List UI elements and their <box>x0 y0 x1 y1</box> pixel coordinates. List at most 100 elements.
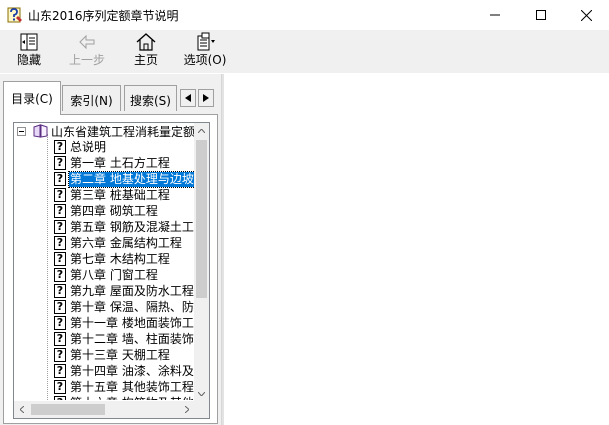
back-button[interactable]: 上一步 <box>65 32 109 72</box>
tree-connector-line <box>47 134 48 400</box>
navigation-pane: 目录(C) 索引(N) 搜索(S) 山东省建筑工程消耗量定额 ? 总说明 ? 第… <box>0 74 221 425</box>
hide-label: 隐藏 <box>16 53 41 67</box>
tab-contents-label: 目录(C) <box>11 92 53 106</box>
tree-item[interactable]: ? 第六章 金属结构工程 <box>54 235 183 251</box>
tree-item[interactable]: ? 第一章 土石方工程 <box>54 155 171 171</box>
help-topic-icon: ? <box>54 172 66 186</box>
title-bar: 山东2016序列定额章节说明 <box>0 0 609 30</box>
chevron-down-icon <box>198 391 205 396</box>
help-topic-icon: ? <box>54 204 66 218</box>
close-button[interactable] <box>563 0 609 30</box>
tree-item[interactable]: ? 第十二章 墙、柱面装饰 <box>54 331 194 347</box>
back-arrow-icon <box>79 34 95 50</box>
open-book-icon <box>33 124 48 138</box>
home-button[interactable]: 主页 <box>125 32 167 72</box>
close-icon <box>580 9 592 21</box>
tree-item-label: 第十五章 其他装饰工程 <box>70 379 194 394</box>
help-topic-icon: ? <box>54 300 66 314</box>
tree-item-label: 第二章 地基处理与边坡 <box>68 170 194 188</box>
home-icon <box>136 33 156 51</box>
tree-item[interactable]: ? 第四章 砌筑工程 <box>54 203 159 219</box>
tree-item-label: 第五章 钢筋及混凝土工 <box>70 219 194 234</box>
tab-index[interactable]: 索引(N) <box>62 85 121 111</box>
home-label: 主页 <box>133 53 158 67</box>
maximize-icon <box>536 10 546 20</box>
options-button[interactable]: 选项(O) <box>181 32 229 72</box>
help-topic-icon: ? <box>54 348 66 362</box>
tree-item[interactable]: ? 第十三章 天棚工程 <box>54 347 171 363</box>
options-label: 选项(O) <box>183 53 227 67</box>
collapse-toggle-icon[interactable] <box>17 126 26 136</box>
help-topic-icon: ? <box>54 396 66 400</box>
tree-item[interactable]: ? 第二章 地基处理与边坡 <box>54 170 194 188</box>
tree-item[interactable]: ? 第十章 保温、隔热、防 <box>54 299 194 315</box>
tree-item-label: 第九章 屋面及防水工程 <box>70 283 194 298</box>
tab-search-label: 搜索(S) <box>130 94 171 108</box>
scroll-right-button[interactable] <box>179 402 194 417</box>
tree-item-label: 第四章 砌筑工程 <box>70 203 158 218</box>
help-topic-icon: ? <box>54 220 66 234</box>
scroll-down-button[interactable] <box>194 386 209 401</box>
tree-item-label: 第十章 保温、隔热、防 <box>70 299 194 314</box>
tree-item[interactable]: ? 第十五章 其他装饰工程 <box>54 379 194 395</box>
tree-item[interactable]: ? 第九章 屋面及防水工程 <box>54 283 194 299</box>
help-topic-icon: ? <box>54 316 66 330</box>
tree-item-label: 第八章 门窗工程 <box>70 267 158 282</box>
tree-item-label: 第十四章 油漆、涂料及 <box>70 363 194 378</box>
vertical-scrollbar[interactable] <box>194 123 209 401</box>
tab-scroll-left-button[interactable] <box>180 89 196 107</box>
tree-item[interactable]: ?第十六章 构筑物及其他 <box>54 395 194 400</box>
options-icon <box>197 32 215 51</box>
tab-scroll-right-button[interactable] <box>198 89 214 107</box>
chevron-up-icon <box>198 128 205 133</box>
tree-root-label: 山东省建筑工程消耗量定额 <box>51 124 194 139</box>
tree-item-label: 第一章 土石方工程 <box>70 155 170 170</box>
tree-item-label: 第三章 桩基础工程 <box>70 187 170 202</box>
help-topic-icon: ? <box>54 140 66 154</box>
tree-item[interactable]: ? 第十四章 油漆、涂料及 <box>54 363 194 379</box>
tree-item[interactable]: ? 第五章 钢筋及混凝土工 <box>54 219 194 235</box>
tree-root-node[interactable]: 山东省建筑工程消耗量定额 <box>17 123 194 139</box>
help-topic-icon: ? <box>54 188 66 202</box>
help-topic-icon: ? <box>54 332 66 346</box>
chevron-right-icon <box>203 94 209 102</box>
tree-viewport: 山东省建筑工程消耗量定额 ? 总说明? 第一章 土石方工程? 第二章 地基处理与边坡?… <box>14 123 194 400</box>
hide-button[interactable]: 隐藏 <box>8 32 50 72</box>
scrollbar-corner <box>194 401 209 418</box>
tab-contents[interactable]: 目录(C) <box>3 81 61 115</box>
scroll-left-icon <box>19 406 24 413</box>
help-topic-icon: ? <box>54 236 66 250</box>
help-topic-icon: ? <box>54 364 66 378</box>
tree-item[interactable]: ? 第三章 桩基础工程 <box>54 187 171 203</box>
vertical-scroll-thumb[interactable] <box>196 140 207 298</box>
tree-item-label: 第十三章 天棚工程 <box>70 347 170 362</box>
topic-content-pane[interactable] <box>224 74 609 425</box>
tab-index-label: 索引(N) <box>70 94 113 108</box>
maximize-button[interactable] <box>518 0 564 30</box>
minimize-icon <box>490 14 500 16</box>
tree-item[interactable]: ? 第八章 门窗工程 <box>54 267 159 283</box>
tree-item-label: 总说明 <box>70 139 107 154</box>
help-app-icon <box>7 7 22 23</box>
minimize-button[interactable] <box>472 0 518 30</box>
horizontal-scroll-thumb[interactable] <box>31 404 105 415</box>
window-title: 山东2016序列定额章节说明 <box>28 9 179 23</box>
tab-search[interactable]: 搜索(S) <box>124 85 177 111</box>
contents-tree[interactable]: 山东省建筑工程消耗量定额 ? 总说明? 第一章 土石方工程? 第二章 地基处理与边坡?… <box>13 122 210 419</box>
help-topic-icon: ? <box>54 156 66 170</box>
tree-item[interactable]: ? 总说明 <box>54 139 107 155</box>
tree-item-label: 第十一章 楼地面装饰工 <box>70 315 194 330</box>
scroll-left-button[interactable] <box>14 402 29 417</box>
help-topic-icon: ? <box>54 252 66 266</box>
tree-item-label: 第六章 金属结构工程 <box>70 235 182 250</box>
help-topic-icon: ? <box>54 268 66 282</box>
tree-item-label: 第十二章 墙、柱面装饰 <box>70 331 194 346</box>
toolbar: 隐藏 上一步 主页 选项(O) <box>0 30 609 73</box>
tree-item-label: 第七章 木结构工程 <box>70 251 170 266</box>
tab-strip: 目录(C) 索引(N) 搜索(S) <box>0 74 221 115</box>
horizontal-scrollbar[interactable] <box>14 401 194 418</box>
scroll-up-button[interactable] <box>194 123 209 138</box>
tree-item[interactable]: ? 第七章 木结构工程 <box>54 251 171 267</box>
back-label: 上一步 <box>68 53 105 67</box>
tree-item[interactable]: ? 第十一章 楼地面装饰工 <box>54 315 194 331</box>
